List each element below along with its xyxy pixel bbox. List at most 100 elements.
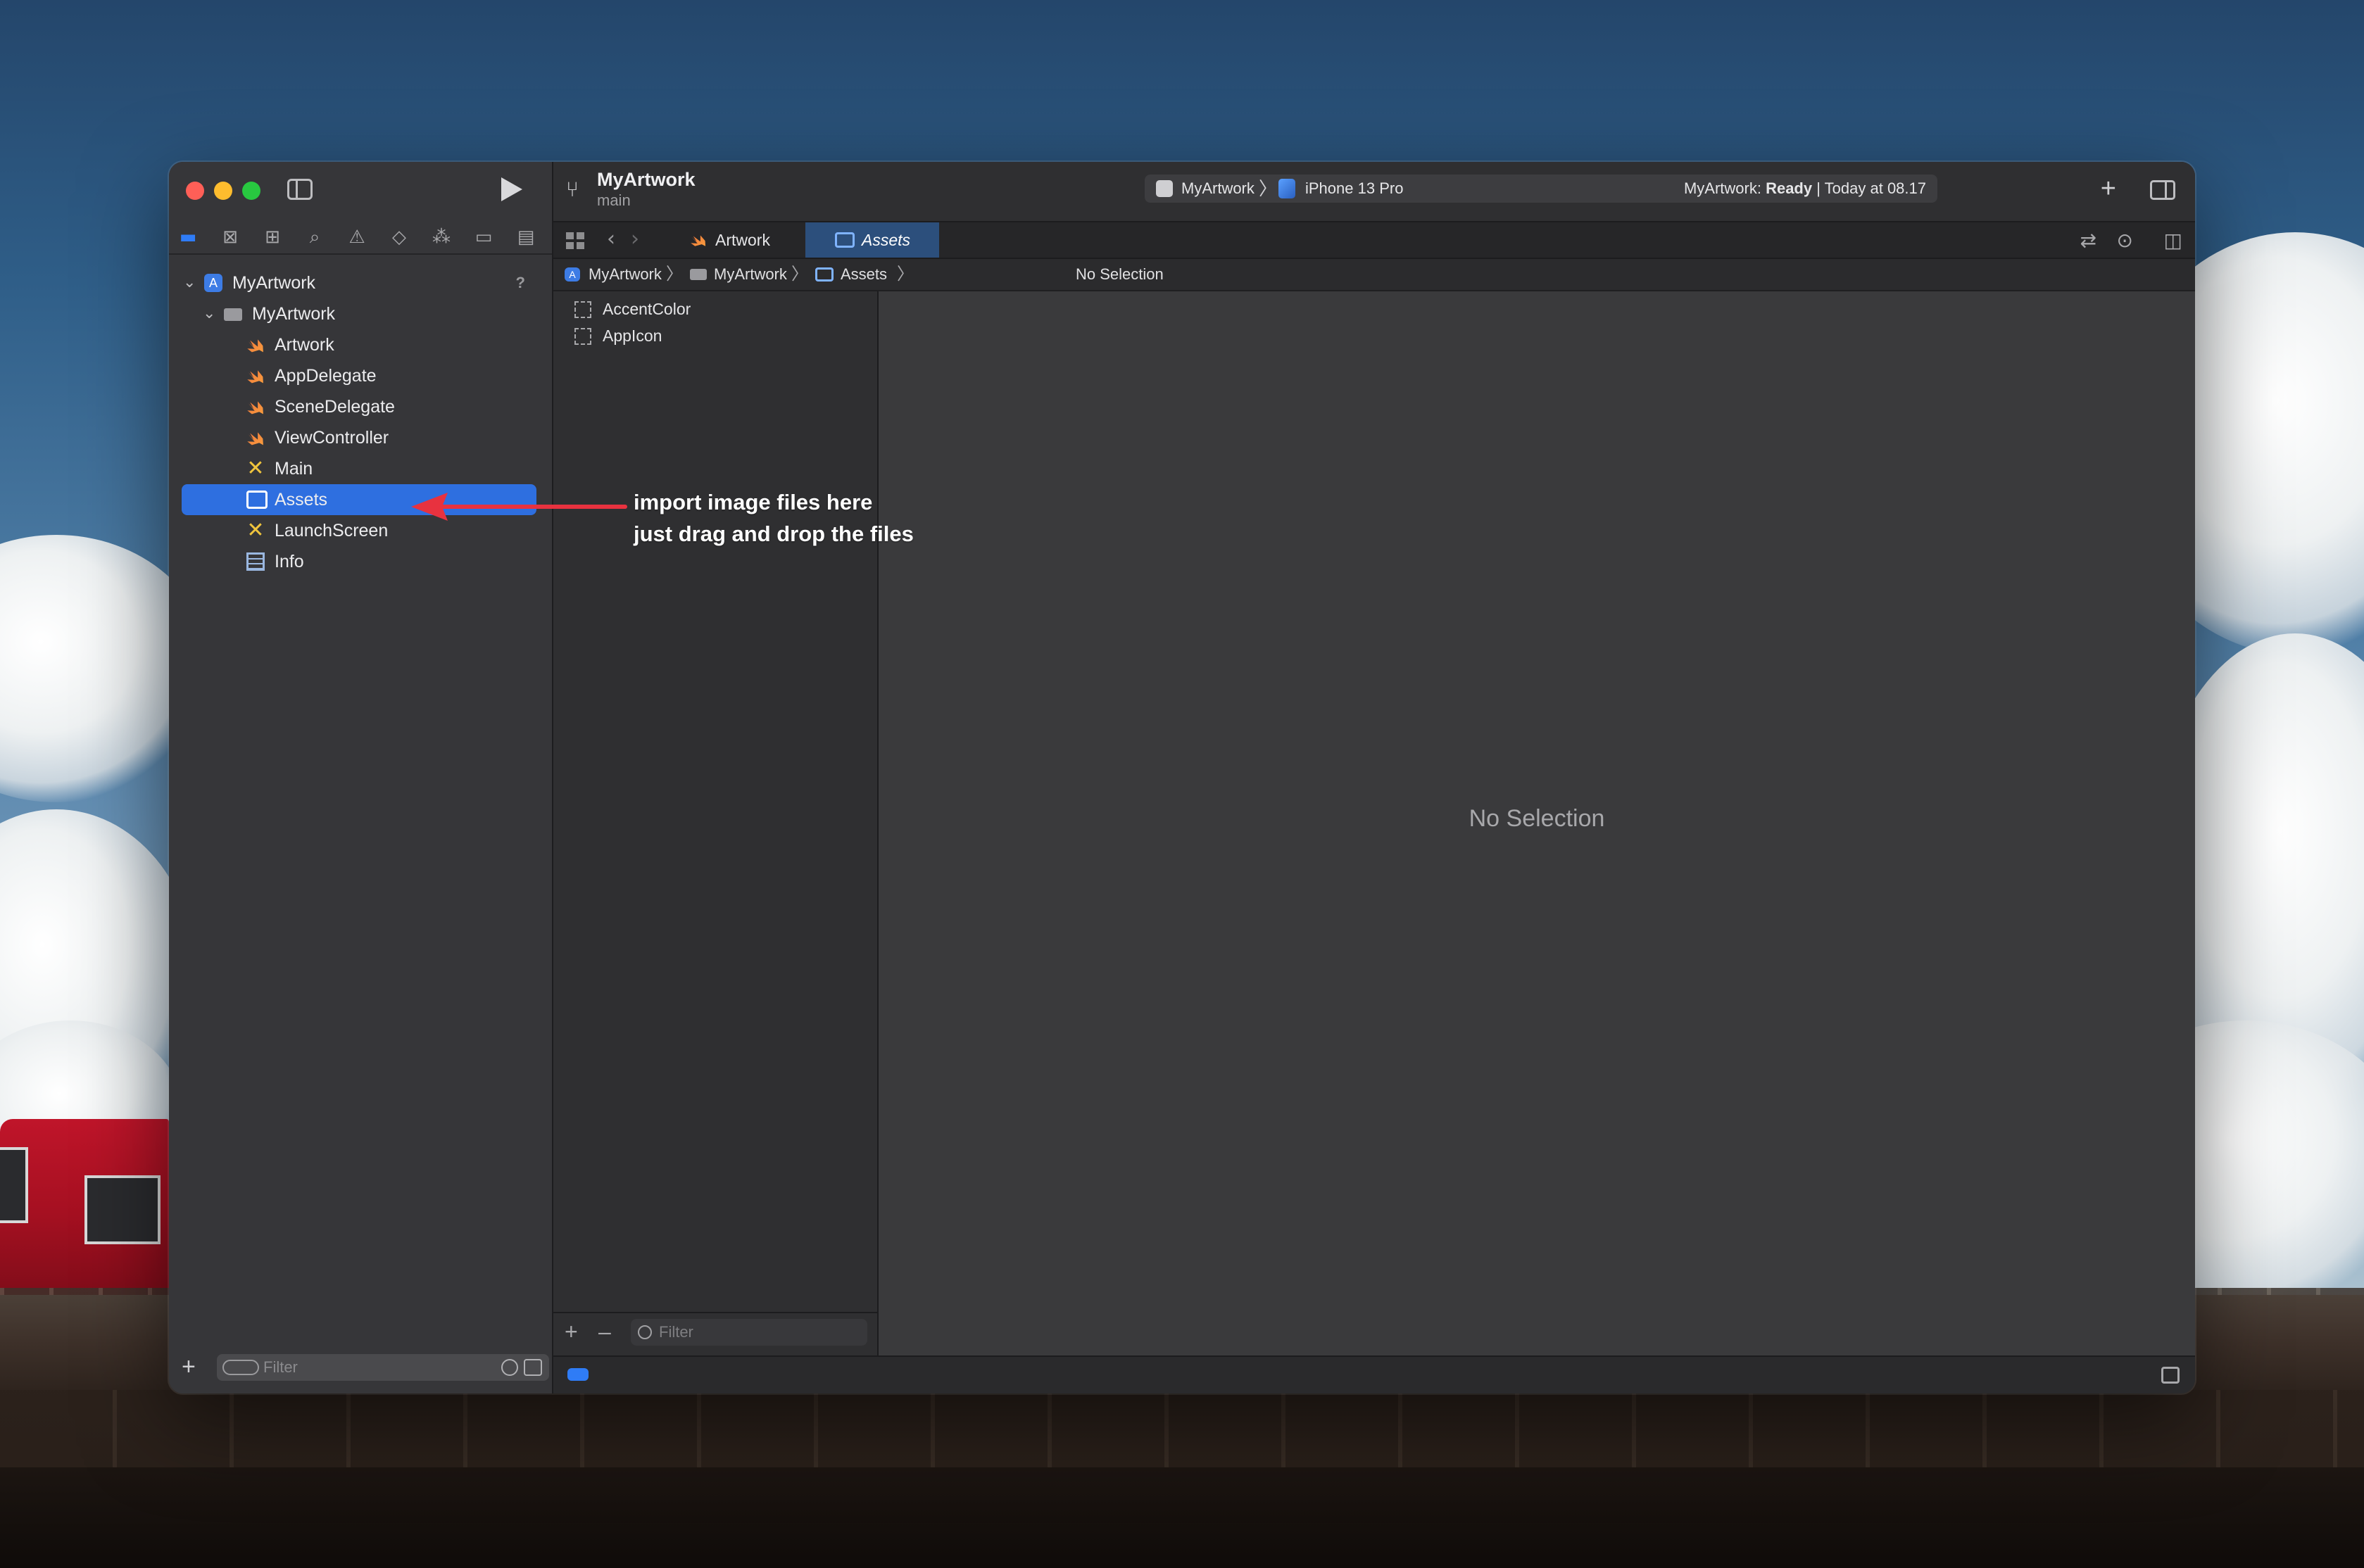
forward-arrow-icon[interactable]: › xyxy=(631,227,639,252)
breadcrumb-file[interactable]: Assets xyxy=(841,259,887,290)
tab-label: Artwork xyxy=(715,231,770,249)
status-suffix: | Today at 08.17 xyxy=(1812,179,1926,197)
status-state: Ready xyxy=(1766,179,1813,197)
tree-item-file[interactable]: AppDelegate xyxy=(169,360,552,391)
run-button[interactable] xyxy=(501,177,522,201)
storyboard-icon: ✕ xyxy=(246,456,265,481)
add-asset-button[interactable]: + xyxy=(565,1317,578,1346)
annotation-arrow xyxy=(411,493,627,521)
tree-item-group[interactable]: ⌄ MyArtwork xyxy=(169,298,552,329)
tree-item-label: Artwork xyxy=(275,335,334,355)
source-control-navigator-icon[interactable]: ⊠ xyxy=(220,227,241,248)
app-target-icon xyxy=(1156,180,1173,197)
navigator-selector-bar: ▬ ⊠ ⊞ ⌕ ⚠ ◇ ⁂ ▭ ▤ xyxy=(169,221,552,255)
zoom-window-button[interactable] xyxy=(242,182,260,200)
symbol-navigator-icon[interactable]: ⊞ xyxy=(262,227,283,248)
tree-item-file[interactable]: SceneDelegate xyxy=(169,391,552,422)
library-plus-button[interactable]: + xyxy=(2101,173,2116,204)
find-navigator-icon[interactable]: ⌕ xyxy=(304,227,325,248)
scheme-selector[interactable]: MyArtwork xyxy=(1181,175,1255,203)
tree-item-label: Main xyxy=(275,459,313,479)
filter-options-icon[interactable] xyxy=(222,1360,259,1375)
tree-item-label: MyArtwork xyxy=(252,304,336,324)
debug-navigator-icon[interactable]: ⁂ xyxy=(431,227,452,248)
recent-files-icon[interactable] xyxy=(501,1359,518,1376)
breadcrumb-project[interactable]: MyArtwork xyxy=(589,259,662,290)
build-status: MyArtwork: Ready | Today at 08.17 xyxy=(1684,175,1926,203)
swift-file-icon xyxy=(247,401,263,415)
filter-placeholder: Filter xyxy=(263,1358,298,1376)
project-icon: A xyxy=(565,267,580,282)
swift-file-icon xyxy=(691,235,706,246)
tree-item-file[interactable]: ✕ Main xyxy=(169,453,552,484)
plist-icon xyxy=(246,552,265,571)
asset-editor: No Selection xyxy=(879,291,2195,1357)
tree-item-label: Assets xyxy=(275,490,328,510)
chevron-right-icon: 〉 xyxy=(791,265,808,284)
breakpoints-toggle-icon[interactable] xyxy=(567,1368,589,1381)
branch-icon: ⑂ xyxy=(566,177,579,202)
toggle-inspector-icon[interactable] xyxy=(2150,180,2175,200)
xcode-window: ▬ ⊠ ⊞ ⌕ ⚠ ◇ ⁂ ▭ ▤ ⌄ A MyArtwork ? ⌄ MyAr… xyxy=(169,162,2195,1393)
test-navigator-icon[interactable]: ◇ xyxy=(389,227,410,248)
remove-asset-button[interactable]: – xyxy=(598,1317,611,1346)
report-navigator-icon[interactable]: ▤ xyxy=(515,227,536,248)
breakpoint-navigator-icon[interactable]: ▭ xyxy=(473,227,494,248)
tree-item-file[interactable]: Info xyxy=(169,546,552,577)
issue-navigator-icon[interactable]: ⚠ xyxy=(346,227,367,248)
annotation-text: just drag and drop the files xyxy=(634,521,914,546)
tree-item-label: AppDelegate xyxy=(275,366,377,386)
asset-list: AccentColor AppIcon xyxy=(553,291,879,1357)
swap-arrows-icon[interactable]: ⇄ xyxy=(2080,229,2096,252)
swift-file-icon xyxy=(247,339,263,353)
source-control-filter-icon[interactable] xyxy=(524,1359,542,1376)
tree-item-label: SceneDelegate xyxy=(275,397,395,417)
chevron-right-icon: 〉 xyxy=(666,265,683,284)
filter-placeholder: Filter xyxy=(659,1323,693,1341)
chevron-down-icon[interactable]: ⌄ xyxy=(203,298,215,329)
add-file-button[interactable]: + xyxy=(182,1353,196,1381)
add-editor-icon[interactable]: ◫ xyxy=(2164,229,2182,252)
tree-item-file[interactable]: Artwork xyxy=(169,329,552,360)
minimize-window-button[interactable] xyxy=(214,182,232,200)
asset-item[interactable]: AppIcon xyxy=(553,322,877,349)
asset-name: AccentColor xyxy=(603,300,691,318)
main-area: ⑂ MyArtwork main MyArtwork 〉 iPhone 13 P… xyxy=(553,162,2195,1393)
toggle-navigator-icon[interactable] xyxy=(287,179,313,200)
tree-item-label: Info xyxy=(275,552,304,571)
project-navigator-icon[interactable]: ▬ xyxy=(177,227,199,248)
navigator-filter-field[interactable]: Filter xyxy=(217,1354,549,1381)
breadcrumb-selection[interactable]: No Selection xyxy=(1076,259,1164,290)
asset-name: AppIcon xyxy=(603,327,662,345)
filter-icon xyxy=(638,1325,652,1339)
swift-file-icon xyxy=(247,370,263,384)
iphone-icon xyxy=(1278,179,1295,198)
tree-item-file[interactable]: ViewController xyxy=(169,422,552,453)
empty-state-message: No Selection xyxy=(1469,805,1605,832)
bus-window xyxy=(0,1147,28,1223)
tree-item-project[interactable]: ⌄ A MyArtwork ? xyxy=(169,267,552,298)
back-arrow-icon[interactable]: ‹ xyxy=(607,227,615,252)
asset-catalog-icon xyxy=(835,232,855,248)
asset-list-footer: + – Filter xyxy=(553,1312,877,1353)
activity-viewer: MyArtwork 〉 iPhone 13 Pro MyArtwork: Rea… xyxy=(1145,175,1937,203)
toggle-debug-area-icon[interactable] xyxy=(2161,1367,2180,1384)
breadcrumb: A MyArtwork 〉 MyArtwork 〉 Assets 〉 No Se… xyxy=(553,259,2195,291)
related-items-grid-icon[interactable] xyxy=(566,232,584,249)
editor-tab-bar: ‹ › Artwork Assets ⇄ ⊙ ◫ xyxy=(553,222,2195,259)
asset-item[interactable]: AccentColor xyxy=(553,296,877,322)
app-icon-set-icon xyxy=(574,328,591,345)
asset-filter-field[interactable]: Filter xyxy=(631,1319,867,1346)
status-prefix: MyArtwork: xyxy=(1683,179,1766,197)
tab-artwork[interactable]: Artwork xyxy=(676,222,794,258)
run-destination-selector[interactable]: iPhone 13 Pro xyxy=(1305,175,1403,203)
navigator-sidebar: ▬ ⊠ ⊞ ⌕ ⚠ ◇ ⁂ ▭ ▤ ⌄ A MyArtwork ? ⌄ MyAr… xyxy=(169,162,553,1393)
more-options-icon[interactable]: ⊙ xyxy=(2117,229,2133,252)
branch-name[interactable]: main xyxy=(597,191,631,210)
chevron-down-icon[interactable]: ⌄ xyxy=(183,267,196,298)
breadcrumb-group[interactable]: MyArtwork xyxy=(714,259,787,290)
folder-icon xyxy=(224,308,242,321)
tab-assets[interactable]: Assets xyxy=(805,222,939,258)
close-window-button[interactable] xyxy=(186,182,204,200)
tab-label: Assets xyxy=(862,231,911,249)
